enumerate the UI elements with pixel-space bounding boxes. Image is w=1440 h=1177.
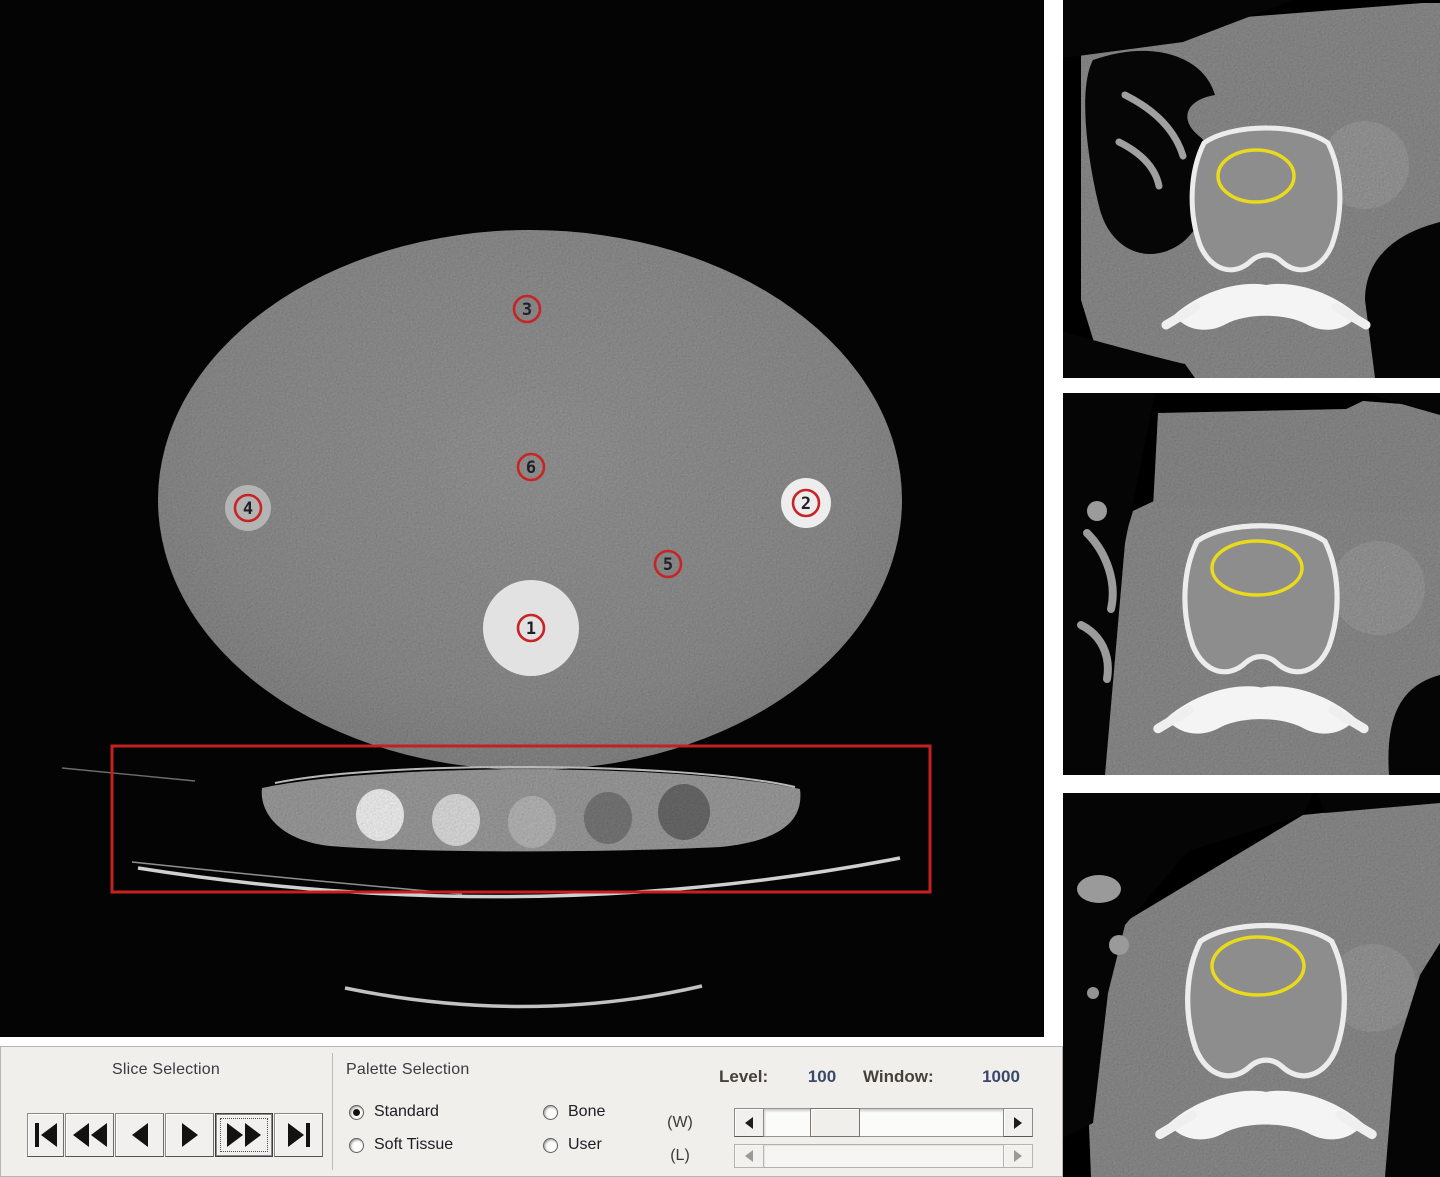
radio-label: Soft Tissue [374,1136,453,1154]
window-slider-tag: (W) [657,1114,703,1132]
radio-circle-icon [543,1138,558,1153]
scrollbar-track[interactable] [764,1144,1003,1168]
ct-slice-3[interactable] [1063,793,1440,1177]
radio-soft-tissue[interactable]: Soft Tissue [349,1136,453,1154]
svg-text:5: 5 [663,555,673,575]
arrow-right-icon [1014,1117,1022,1129]
density-insert-2 [432,794,480,846]
scroll-right-button[interactable] [1003,1108,1033,1137]
radio-bone[interactable]: Bone [543,1103,605,1121]
triangle-left-icon [132,1123,148,1147]
radio-circle-icon [543,1105,558,1120]
radio-user[interactable]: User [543,1136,602,1154]
last-slice-button[interactable] [274,1113,323,1157]
control-panel: Slice Selection Palette Selection S [0,1046,1063,1177]
window-value: 1000 [967,1067,1035,1087]
triangle-right-icon [227,1123,243,1147]
density-insert-1 [356,789,404,841]
window-label: Window: [863,1067,934,1087]
density-insert-4 [584,792,632,844]
scrollbar-thumb[interactable] [810,1108,860,1137]
svg-text:4: 4 [243,499,253,519]
slice3-vessel-blob-a [1077,875,1121,903]
level-label: Level: [719,1067,768,1087]
svg-text:1: 1 [526,619,536,639]
radio-label: Standard [374,1103,439,1121]
svg-text:2: 2 [801,494,811,514]
triangle-left-icon [41,1123,57,1147]
radio-circle-icon [349,1105,364,1120]
radio-label: User [568,1136,602,1154]
skip-bar-icon [306,1123,310,1147]
slice3-vessel-blob-c [1087,987,1099,999]
level-value: 100 [796,1067,848,1087]
fast-forward-button[interactable] [215,1113,273,1157]
scrollbar-track[interactable] [764,1108,1003,1137]
rewind-button[interactable] [65,1113,114,1157]
phantom-viewer[interactable]: 3 6 4 2 5 1 [0,0,1044,1037]
scroll-left-button[interactable] [734,1108,764,1137]
svg-text:3: 3 [522,300,532,320]
radio-label: Bone [568,1103,605,1121]
ct-slice-2[interactable] [1063,393,1440,775]
phantom-image: 3 6 4 2 5 1 [0,0,1044,1037]
scroll-left-button[interactable] [734,1144,764,1168]
skip-bar-icon [35,1123,39,1147]
triangle-right-icon [245,1123,261,1147]
triangle-right-icon [182,1123,198,1147]
previous-slice-button[interactable] [115,1113,164,1157]
arrow-left-icon [745,1150,753,1162]
slice-selection-title: Slice Selection [31,1061,301,1079]
section-divider [332,1053,333,1170]
triangle-right-icon [288,1123,304,1147]
level-scrollbar[interactable] [734,1144,1033,1168]
arrow-left-icon [745,1117,753,1129]
triangle-left-icon [91,1123,107,1147]
slice-navigation-buttons [27,1113,323,1157]
ct-slice-1[interactable] [1063,0,1440,378]
radio-standard[interactable]: Standard [349,1103,439,1121]
aorta [1331,541,1425,635]
radio-circle-icon [349,1138,364,1153]
triangle-left-icon [73,1123,89,1147]
arrow-right-icon [1014,1150,1022,1162]
palette-selection-title: Palette Selection [346,1061,469,1079]
ct-phantom-analysis-app: { "left_viewer": { "rois": [ {"id": "roi… [0,0,1440,1177]
svg-text:6: 6 [526,458,536,478]
scroll-right-button[interactable] [1003,1144,1033,1168]
level-slider-tag: (L) [657,1147,703,1165]
next-slice-button[interactable] [165,1113,214,1157]
density-insert-5 [658,784,710,840]
window-scrollbar[interactable] [734,1108,1033,1137]
slice3-vessel-blob-b [1109,935,1129,955]
first-slice-button[interactable] [27,1113,64,1157]
density-insert-3 [508,796,556,848]
slice2-vessel-blob [1087,501,1107,521]
